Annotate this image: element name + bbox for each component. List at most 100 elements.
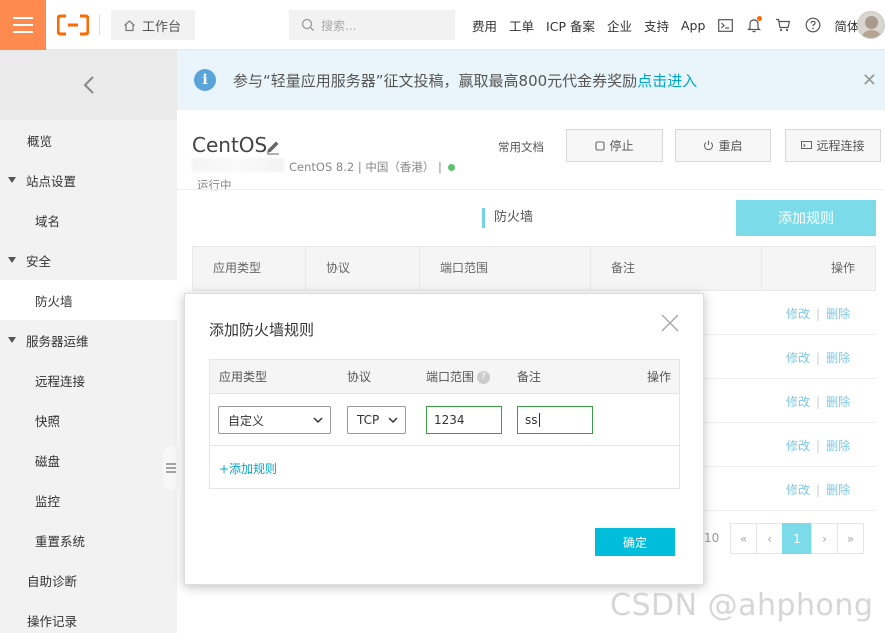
user-avatar[interactable] [857, 11, 885, 39]
sidebar-item-overview[interactable]: 概览 [0, 120, 177, 160]
search-input[interactable]: 搜索... [289, 10, 455, 40]
monitor-icon [801, 140, 813, 149]
nav-tickets[interactable]: 工单 [503, 16, 540, 35]
edit-link[interactable]: 修改 [786, 351, 810, 365]
first-page-button[interactable]: « [730, 523, 757, 554]
sidebar-item-remote[interactable]: 远程连接 [0, 360, 177, 400]
promo-banner: i 参与“轻量应用服务器”征文投稿，赢取最高800元代金券奖励 点击进入 ✕ [177, 50, 885, 110]
rule-table-header: 应用类型 协议 端口范围? 备注 操作 [210, 360, 679, 394]
nav-support[interactable]: 支持 [638, 16, 675, 35]
column-header: 协议 [347, 370, 372, 384]
stop-icon [595, 140, 606, 151]
caret-down-icon [8, 177, 16, 183]
pagination: « ‹ 1 › » [730, 523, 864, 554]
text-cursor [538, 413, 540, 427]
sidebar-item-reset-system[interactable]: 重置系统 [0, 520, 177, 560]
dialog-title: 添加防火墙规则 [209, 321, 315, 339]
note-input[interactable]: ss [517, 406, 593, 434]
sidebar-group-site-settings[interactable]: 站点设置 [0, 160, 177, 200]
sidebar-back-button[interactable] [0, 50, 177, 120]
top-bar: 工作台 搜索... 费用 工单 ICP 备案 企业 支持 App 简体 [0, 0, 885, 50]
close-icon[interactable]: ✕ [862, 70, 877, 91]
row-divider [704, 334, 876, 335]
stop-button[interactable]: 停止 [566, 129, 663, 162]
delete-link[interactable]: 删除 [826, 439, 850, 453]
column-header: 应用类型 [193, 247, 306, 290]
home-icon [124, 19, 135, 31]
search-placeholder: 搜索... [321, 18, 357, 33]
info-icon: i [194, 69, 216, 91]
sidebar-item-operation-log[interactable]: 操作记录 [0, 600, 177, 633]
port-range-input[interactable]: 1234 [426, 406, 502, 434]
confirm-button[interactable]: 确定 [595, 528, 675, 556]
docs-link[interactable]: 常用文档 [498, 139, 544, 155]
delete-link[interactable]: 删除 [826, 351, 850, 365]
terminal-icon[interactable] [711, 18, 740, 32]
sidebar: 概览 站点设置 域名 安全 防火墙 服务器运维 远程连接 快照 磁盘 监控 重置… [0, 50, 177, 633]
caret-down-icon [8, 257, 16, 263]
row-divider [210, 445, 679, 446]
bell-icon[interactable] [740, 16, 768, 33]
delete-link[interactable]: 删除 [826, 395, 850, 409]
add-firewall-rule-dialog: 添加防火墙规则 应用类型 协议 端口范围? 备注 操作 自定义 TCP 1234… [184, 293, 704, 585]
watermark: CSDN @ahphong [610, 588, 874, 623]
instance-title: CentOS [192, 133, 268, 157]
chevron-down-icon [313, 417, 323, 424]
banner-link[interactable]: 点击进入 [637, 70, 697, 91]
restart-button[interactable]: 重启 [675, 129, 771, 162]
prev-page-button[interactable]: ‹ [756, 523, 783, 554]
protocol-select[interactable]: TCP [347, 406, 406, 434]
add-rule-link[interactable]: +添加规则 [219, 460, 277, 477]
nav-enterprise[interactable]: 企业 [601, 16, 638, 35]
page-1-button[interactable]: 1 [782, 523, 812, 554]
nav-app[interactable]: App [675, 18, 711, 33]
aliyun-logo-icon[interactable] [57, 13, 89, 37]
remote-connect-button[interactable]: 远程连接 [785, 129, 881, 162]
row-divider [704, 378, 876, 379]
tab-firewall[interactable]: 防火墙 [482, 208, 533, 228]
notification-dot [757, 16, 763, 21]
search-icon [301, 18, 314, 31]
sidebar-item-firewall[interactable]: 防火墙 [0, 280, 177, 320]
edit-link[interactable]: 修改 [786, 395, 810, 409]
list-icon [166, 463, 176, 473]
edit-link[interactable]: 修改 [786, 439, 810, 453]
chevron-left-icon [83, 76, 94, 94]
caret-down-icon [8, 337, 16, 343]
delete-link[interactable]: 删除 [826, 483, 850, 497]
sidebar-item-snapshot[interactable]: 快照 [0, 400, 177, 440]
table-row-actions: 修改 | 删除 [786, 439, 851, 453]
sidebar-item-disk[interactable]: 磁盘 [0, 440, 177, 480]
close-icon[interactable] [661, 314, 679, 332]
hamburger-menu-button[interactable] [0, 0, 46, 50]
sidebar-item-monitor[interactable]: 监控 [0, 480, 177, 520]
edit-icon[interactable] [265, 139, 281, 155]
table-row-actions: 修改 | 删除 [786, 307, 851, 321]
column-header: 备注 [591, 247, 762, 290]
add-rule-button[interactable]: 添加规则 [736, 200, 876, 236]
column-header: 应用类型 [219, 370, 268, 384]
workbench-button[interactable]: 工作台 [111, 10, 195, 40]
sidebar-item-domain[interactable]: 域名 [0, 200, 177, 240]
sidebar-item-self-diagnosis[interactable]: 自助诊断 [0, 560, 177, 600]
sidebar-collapse-handle[interactable] [163, 446, 179, 490]
nav-billing[interactable]: 费用 [466, 16, 503, 35]
help-icon[interactable]: ? [477, 371, 491, 384]
nav-icp[interactable]: ICP 备案 [540, 16, 601, 35]
last-page-button[interactable]: » [837, 523, 864, 554]
chevron-down-icon [388, 417, 398, 424]
instance-status: 运行中 [197, 178, 232, 192]
edit-link[interactable]: 修改 [786, 307, 810, 321]
table-row-actions: 修改 | 删除 [786, 351, 851, 365]
next-page-button[interactable]: › [811, 523, 838, 554]
column-header: 操作 [830, 261, 855, 275]
row-divider [704, 466, 876, 467]
edit-link[interactable]: 修改 [786, 483, 810, 497]
help-icon[interactable] [798, 17, 828, 33]
cart-icon[interactable] [768, 18, 798, 32]
sidebar-group-server-ops[interactable]: 服务器运维 [0, 320, 177, 360]
status-dot [447, 164, 455, 171]
sidebar-group-security[interactable]: 安全 [0, 240, 177, 280]
app-type-select[interactable]: 自定义 [218, 406, 331, 434]
delete-link[interactable]: 删除 [826, 307, 850, 321]
